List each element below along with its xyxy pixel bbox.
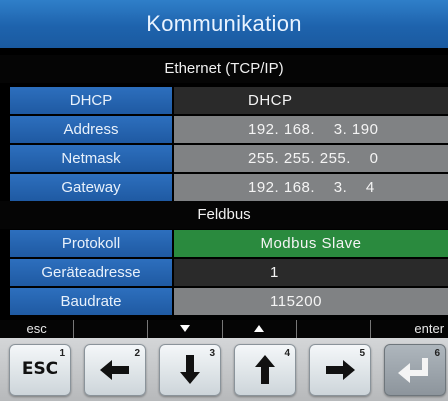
down-key-button[interactable]: 3	[159, 344, 221, 396]
row-value[interactable]: 115200	[174, 288, 448, 315]
row-label: Gateway	[10, 174, 172, 201]
key-number: 6	[434, 348, 440, 359]
row-baudrate[interactable]: Baudrate 115200	[0, 288, 448, 316]
up-key-button[interactable]: 4	[234, 344, 296, 396]
hardware-keypad: 1 ESC 2 3 4 5 6	[0, 338, 448, 401]
key-number: 3	[209, 348, 215, 359]
softkey-bar: esc enter	[0, 320, 448, 338]
section-header-feldbus: Feldbus	[0, 201, 448, 229]
row-geraeteadresse[interactable]: Geräteadresse 1	[0, 259, 448, 287]
device-screen: Kommunikation Ethernet (TCP/IP) DHCP DHC…	[0, 0, 448, 320]
softkey-label-enter: enter	[369, 320, 448, 338]
row-label: Geräteadresse	[10, 259, 172, 286]
esc-key-button[interactable]: 1 ESC	[9, 344, 71, 396]
row-address[interactable]: Address 192. 168. 3. 190	[0, 116, 448, 144]
softkey-label-down	[147, 320, 221, 338]
arrow-down-icon	[180, 355, 200, 384]
key-number: 2	[134, 348, 140, 359]
row-label: DHCP	[10, 87, 172, 114]
enter-icon	[398, 358, 428, 383]
softkey-label-up	[221, 320, 296, 338]
row-label: Protokoll	[10, 230, 172, 257]
row-gateway[interactable]: Gateway 192. 168. 3. 4	[0, 174, 448, 202]
row-value[interactable]: DHCP	[174, 87, 448, 114]
left-key-button[interactable]: 2	[84, 344, 146, 396]
arrow-right-icon	[326, 360, 355, 380]
softkey-label-empty	[73, 320, 147, 338]
key-number: 1	[59, 348, 65, 359]
key-number: 4	[284, 348, 290, 359]
key-number: 5	[359, 348, 365, 359]
triangle-down-icon	[179, 325, 190, 332]
triangle-up-icon	[254, 325, 265, 332]
arrow-left-icon	[100, 360, 129, 380]
softkey-label-empty	[295, 320, 370, 338]
row-label: Netmask	[10, 145, 172, 172]
row-value[interactable]: 1	[174, 259, 448, 286]
row-netmask[interactable]: Netmask 255. 255. 255. 0	[0, 145, 448, 173]
row-dhcp[interactable]: DHCP DHCP	[0, 87, 448, 115]
softkey-label-esc: esc	[26, 321, 47, 336]
window-title: Kommunikation	[0, 0, 448, 48]
row-value[interactable]: 192. 168. 3. 190	[174, 116, 448, 143]
row-protokoll[interactable]: Protokoll Modbus Slave	[0, 230, 448, 258]
enter-key-button[interactable]: 6	[384, 344, 446, 396]
row-value[interactable]: 192. 168. 3. 4	[174, 174, 448, 201]
esc-label: ESC	[21, 359, 59, 379]
row-value-selected[interactable]: Modbus Slave	[174, 230, 448, 257]
row-value[interactable]: 255. 255. 255. 0	[174, 145, 448, 172]
section-header-ethernet: Ethernet (TCP/IP)	[0, 55, 448, 83]
row-label: Baudrate	[10, 288, 172, 315]
right-key-button[interactable]: 5	[309, 344, 371, 396]
row-label: Address	[10, 116, 172, 143]
arrow-up-icon	[255, 355, 275, 384]
